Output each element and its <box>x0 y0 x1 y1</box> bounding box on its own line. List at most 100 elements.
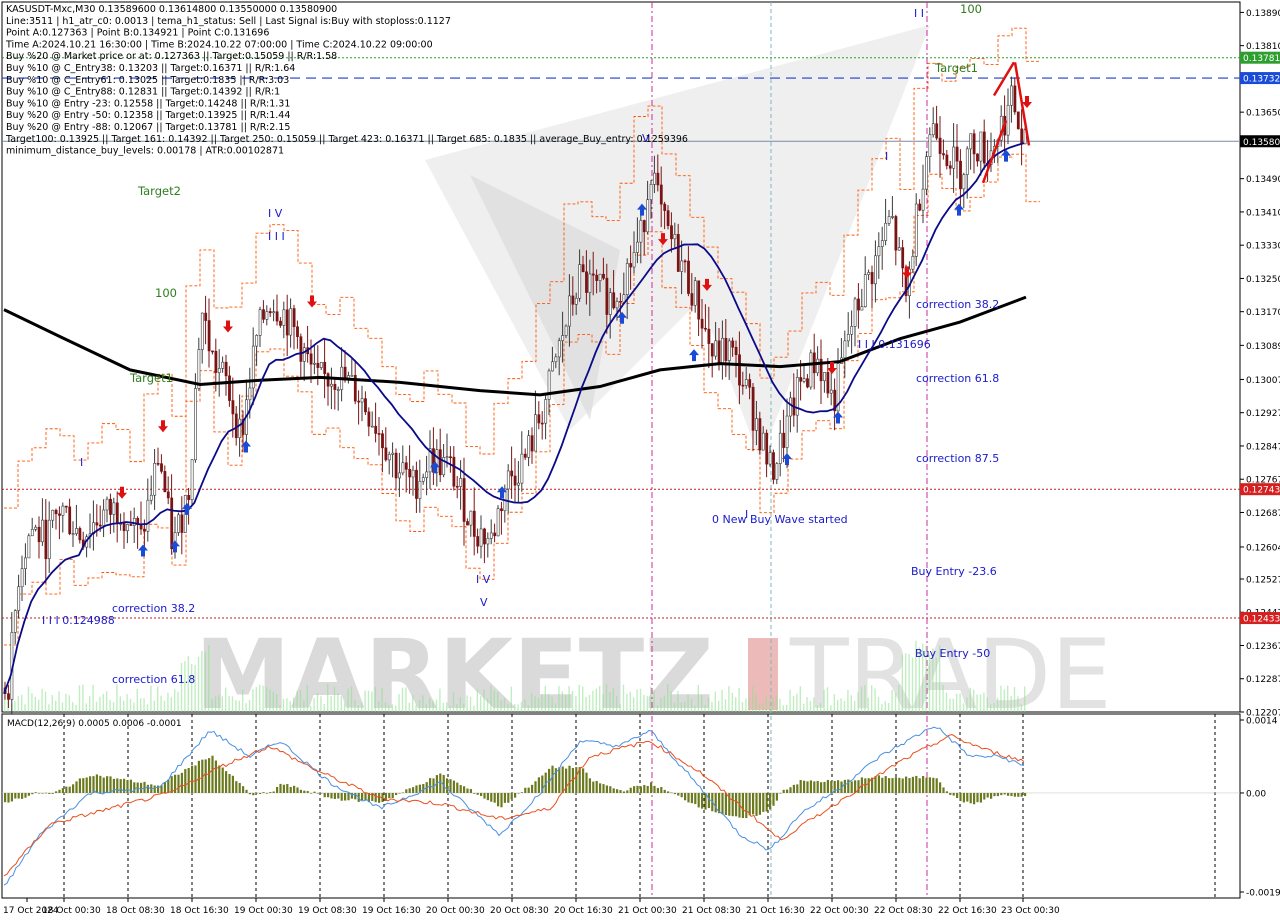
candle-body <box>795 377 799 416</box>
macd-histogram-bar <box>180 772 183 793</box>
macd-histogram-bar <box>881 777 884 793</box>
volume-bar <box>418 699 421 712</box>
macd-histogram-bar <box>415 785 418 793</box>
candle-body <box>714 340 718 357</box>
volume-bar <box>735 697 737 712</box>
macd-histogram-bar <box>619 789 622 793</box>
macd-histogram-bar <box>874 776 877 793</box>
volume-bar <box>340 695 342 712</box>
macd-histogram-bar <box>102 777 105 793</box>
candle-body <box>387 454 391 461</box>
volume-bar <box>214 696 217 712</box>
candle-body <box>30 529 34 537</box>
volume-bar <box>82 684 84 712</box>
annotation-label: 0 New Buy Wave started <box>712 513 848 526</box>
macd-histogram-bar <box>772 792 775 806</box>
candle-body <box>27 535 31 559</box>
candle-body <box>768 452 772 465</box>
candle-body <box>360 398 364 403</box>
candle-body <box>653 172 656 185</box>
macd-histogram-bar <box>503 792 506 803</box>
candle-body <box>13 610 17 633</box>
candle-body <box>942 153 945 156</box>
macd-histogram-bar <box>310 792 313 794</box>
candle-body <box>143 528 146 532</box>
volume-bar <box>993 702 995 712</box>
macd-histogram-bar <box>816 780 819 793</box>
macd-histogram-bar <box>24 792 27 798</box>
volume-bar <box>153 700 155 712</box>
annotation-label: 100 <box>960 2 982 16</box>
macd-histogram-bar <box>344 792 347 801</box>
volume-bar <box>476 689 478 712</box>
candle-body <box>112 502 116 515</box>
candle-body <box>466 521 469 526</box>
volume-bar <box>704 705 706 712</box>
volume-bar <box>514 704 516 712</box>
macd-histogram-bar <box>837 780 840 793</box>
volume-bar <box>775 694 778 712</box>
candle-body <box>945 154 949 167</box>
macd-histogram-bar <box>925 777 928 793</box>
macd-histogram-bar <box>857 780 860 793</box>
candle-body <box>462 478 466 522</box>
macd-histogram-bar <box>806 781 809 793</box>
candle-body <box>755 418 758 431</box>
macd-histogram-bar <box>480 792 483 797</box>
volume-bar <box>558 686 560 712</box>
candle-body <box>153 462 157 496</box>
volume-bar <box>599 685 601 712</box>
volume-bar <box>208 644 210 712</box>
macd-histogram-bar <box>408 788 411 793</box>
annotation-label: correction 87.5 <box>916 452 999 465</box>
macd-histogram-bar <box>92 776 95 793</box>
volume-bar <box>898 684 900 712</box>
y-tick-label: 0.12604 <box>1246 543 1280 553</box>
volume-bar <box>72 702 74 712</box>
volume-bar <box>99 696 101 712</box>
candle-body <box>734 346 738 356</box>
x-tick-label: 22 Oct 08:30 <box>874 906 933 916</box>
volume-bar <box>806 697 808 712</box>
volume-bar <box>140 698 142 712</box>
macd-histogram-bar <box>650 782 653 793</box>
x-tick-label: 19 Oct 16:30 <box>362 906 421 916</box>
macd-histogram-bar <box>969 792 972 804</box>
x-tick-label: 18 Oct 16:30 <box>170 906 229 916</box>
macd-histogram-bar <box>721 792 724 815</box>
volume-bar <box>578 684 580 712</box>
volume-bar <box>333 686 336 712</box>
macd-histogram-bar <box>1000 792 1003 796</box>
macd-histogram-bar <box>531 784 534 793</box>
annotation-label: correction 61.8 <box>916 372 999 385</box>
info-line: Buy %20 @ Market price or at: 0.127363 |… <box>6 51 337 62</box>
volume-bar <box>272 691 274 712</box>
volume-bar <box>177 691 179 712</box>
candle-body <box>721 338 724 365</box>
macd-histogram-bar <box>225 771 228 793</box>
volume-bar <box>565 695 567 712</box>
candle-body <box>605 277 609 315</box>
candle-body <box>71 533 75 535</box>
volume-bar <box>48 704 50 712</box>
candle-body <box>51 509 55 521</box>
volume-bar <box>833 694 835 712</box>
macd-histogram-bar <box>962 792 965 803</box>
macd-histogram-bar <box>1010 792 1013 797</box>
macd-histogram-bar <box>684 792 687 801</box>
macd-histogram-bar <box>826 779 829 793</box>
volume-bar <box>452 692 455 712</box>
candle-body <box>438 449 442 476</box>
candle-body <box>850 326 854 335</box>
macd-histogram-bar <box>656 787 659 793</box>
macd-histogram-bar <box>884 776 887 793</box>
candle-body <box>564 325 568 336</box>
macd-histogram-bar <box>231 775 234 793</box>
volume-bar <box>636 689 638 712</box>
volume-bar <box>745 698 747 712</box>
candle-body <box>472 510 476 537</box>
volume-bar <box>871 685 873 712</box>
volume-bar <box>381 687 383 712</box>
annotation-label: I I I 0.124988 <box>42 614 115 627</box>
volume-bar <box>769 700 771 712</box>
